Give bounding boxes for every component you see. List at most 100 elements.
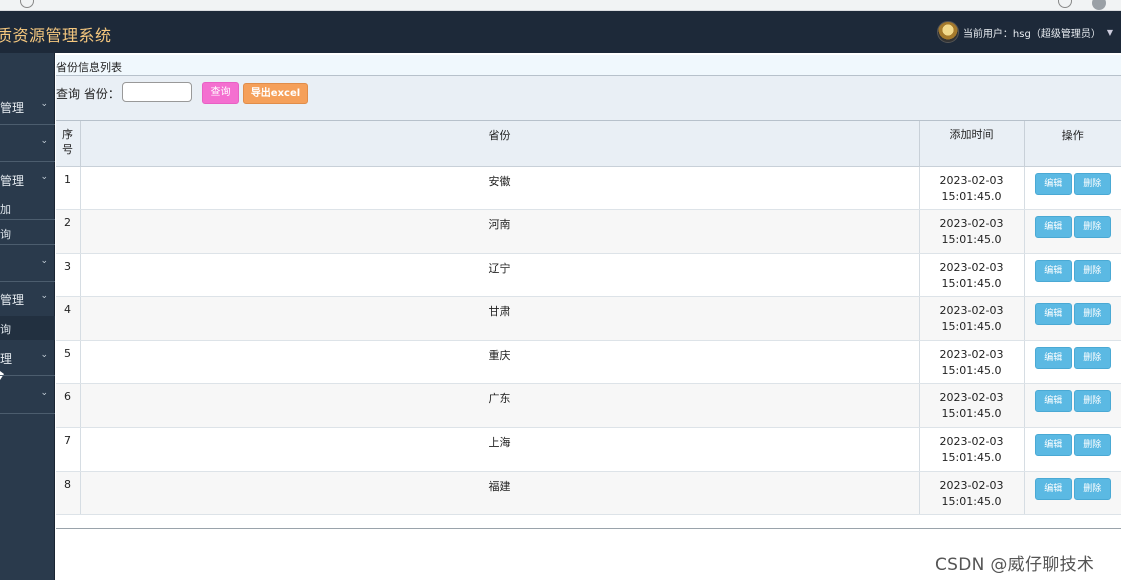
chevron-down-icon: ⌄ (40, 136, 48, 146)
sidebar-menu-5[interactable]: 管理 ⌄ (0, 281, 55, 317)
sidebar-menu-1[interactable]: 管理 ⌄ (0, 89, 55, 125)
sidebar-menu-7[interactable]: ⌄ (0, 378, 55, 414)
sidebar-menu-label: 管理 (0, 174, 25, 188)
top-header: 质资源管理系统 当前用户：hsg（超级管理员） ▼ (0, 11, 1121, 53)
delete-button[interactable]: 删除 (1073, 346, 1111, 369)
row-number: 4 (56, 296, 81, 341)
delete-button[interactable]: 删除 (1073, 259, 1111, 282)
province-table: 序号 省份 添加时间 操作 1 安徽 2023-02-03 15:01:45.0 编辑删… (56, 121, 1121, 516)
row-add-time: 2023-02-03 15:01:45.0 (919, 253, 1025, 298)
edit-button[interactable]: 编辑 (1034, 216, 1072, 239)
sidebar: 管理 ⌄ ⌄ 管理 ⌄ 加 询 ⌄ 管理 ⌄ 询 理 ⌄ ⌄ (0, 53, 55, 580)
chevron-down-icon: ⌄ (40, 350, 48, 360)
header-no-line1: 序 (62, 128, 73, 141)
table-header-row: 序号 省份 添加时间 操作 (56, 121, 1121, 167)
row-add-time: 2023-02-03 15:01:45.0 (919, 427, 1025, 472)
main-content: 省份信息列表 查询 省份： 查询 导出excel 序号 省份 添加时间 操作 1… (56, 53, 1121, 529)
edit-button[interactable]: 编辑 (1034, 434, 1072, 457)
row-number: 1 (56, 166, 81, 211)
chevron-down-icon: ⌄ (40, 291, 48, 301)
edit-button[interactable]: 编辑 (1034, 303, 1072, 326)
sidebar-menu-label: 理 (0, 352, 13, 366)
province-search-input[interactable] (122, 82, 192, 102)
row-add-date: 2023-02-03 (939, 217, 1004, 231)
sidebar-subitem-query[interactable]: 询 (0, 221, 55, 245)
row-add-date: 2023-02-03 (939, 173, 1004, 187)
row-number: 7 (56, 427, 81, 472)
row-number: 2 (56, 209, 81, 254)
row-add-time: 2023-02-03 15:01:45.0 (919, 209, 1025, 254)
header-actions: 操作 (1024, 121, 1121, 167)
sidebar-menu-2[interactable]: ⌄ (0, 126, 55, 162)
row-add-time: 2023-02-03 15:01:45.0 (919, 383, 1025, 429)
sidebar-menu-label: 管理 (0, 101, 25, 115)
watermark: CSDN @威仔聊技术 (935, 555, 1095, 575)
query-label: 查询 省份： (56, 87, 120, 101)
row-add-clock: 15:01:45.0 (941, 451, 1002, 465)
table-row: 3 辽宁 2023-02-03 15:01:45.0 编辑 删除 (56, 253, 1121, 298)
sidebar-subitem-label: 询 (0, 323, 11, 336)
row-add-clock: 15:01:45.0 (941, 363, 1002, 377)
edit-button[interactable]: 编辑 (1034, 259, 1072, 282)
row-add-clock: 15:01:45.0 (941, 276, 1002, 290)
row-number: 8 (56, 471, 81, 516)
sidebar-subitem-label: 加 (0, 203, 11, 216)
delete-button[interactable]: 删除 (1073, 303, 1111, 326)
row-province: 上海 (80, 427, 920, 472)
export-excel-button[interactable]: 导出excel (243, 83, 308, 104)
edit-button[interactable]: 编辑 (1034, 172, 1072, 195)
row-actions: 编辑 删除 (1024, 340, 1121, 385)
edit-button[interactable]: 编辑 (1034, 390, 1072, 413)
row-province: 河南 (80, 209, 920, 254)
delete-button[interactable]: 删除 (1073, 172, 1111, 195)
sidebar-menu-6[interactable]: 理 ⌄ (0, 340, 55, 376)
sidebar-menu-3[interactable]: 管理 ⌄ (0, 162, 55, 198)
current-user-menu[interactable]: 当前用户：hsg（超级管理员） ▼ (936, 21, 1113, 43)
chevron-down-icon: ⌄ (40, 172, 48, 182)
header-time[interactable]: 添加时间 (919, 121, 1025, 167)
chevron-down-icon: ⌄ (40, 99, 48, 109)
sidebar-subitem-query-active[interactable]: 询 (0, 316, 55, 340)
avatar (936, 21, 959, 43)
search-button[interactable]: 查询 (202, 82, 239, 104)
caret-down-icon: ▼ (1106, 27, 1113, 37)
header-no[interactable]: 序号 (56, 121, 81, 167)
row-add-date: 2023-02-03 (939, 347, 1004, 361)
chevron-down-icon: ⌄ (40, 256, 48, 266)
table-row: 7 上海 2023-02-03 15:01:45.0 编辑 删除 (56, 427, 1121, 472)
sidebar-subitem-label: 询 (0, 228, 11, 241)
delete-button[interactable]: 删除 (1073, 477, 1111, 500)
sidebar-menu-4[interactable]: ⌄ (0, 246, 55, 282)
table-row: 1 安徽 2023-02-03 15:01:45.0 编辑 删除 (56, 166, 1121, 211)
query-toolbar: 查询 省份： 查询 导出excel (56, 76, 1121, 121)
row-add-clock: 15:01:45.0 (941, 320, 1002, 334)
delete-button[interactable]: 删除 (1073, 434, 1111, 457)
row-add-clock: 15:01:45.0 (941, 407, 1002, 421)
row-add-time: 2023-02-03 15:01:45.0 (919, 471, 1025, 516)
table-row: 5 重庆 2023-02-03 15:01:45.0 编辑 删除 (56, 340, 1121, 385)
edit-button[interactable]: 编辑 (1034, 477, 1072, 500)
current-user-label: 当前用户：hsg（超级管理员） (962, 28, 1101, 40)
browser-profile-icon[interactable] (1092, 0, 1106, 10)
row-actions: 编辑 删除 (1024, 166, 1121, 211)
delete-button[interactable]: 删除 (1073, 390, 1111, 413)
row-add-date: 2023-02-03 (939, 435, 1004, 449)
sidebar-menu-label: 管理 (0, 293, 25, 307)
table-row: 6 广东 2023-02-03 15:01:45.0 编辑 删除 (56, 383, 1121, 429)
row-number: 5 (56, 340, 81, 385)
row-add-date: 2023-02-03 (939, 391, 1004, 405)
row-actions: 编辑 删除 (1024, 427, 1121, 472)
edit-button[interactable]: 编辑 (1034, 346, 1072, 369)
row-add-clock: 15:01:45.0 (941, 233, 1002, 247)
row-province: 安徽 (80, 166, 920, 211)
row-add-date: 2023-02-03 (939, 260, 1004, 274)
sidebar-subitem-add[interactable]: 加 (0, 196, 55, 220)
browser-sync-icon[interactable] (1058, 0, 1072, 8)
browser-chrome-strip (0, 0, 1121, 11)
row-actions: 编辑 删除 (1024, 253, 1121, 298)
row-add-clock: 15:01:45.0 (941, 494, 1002, 508)
header-province[interactable]: 省份 (80, 121, 920, 167)
delete-button[interactable]: 删除 (1073, 216, 1111, 239)
browser-info-icon (20, 0, 34, 8)
row-number: 6 (56, 383, 81, 429)
